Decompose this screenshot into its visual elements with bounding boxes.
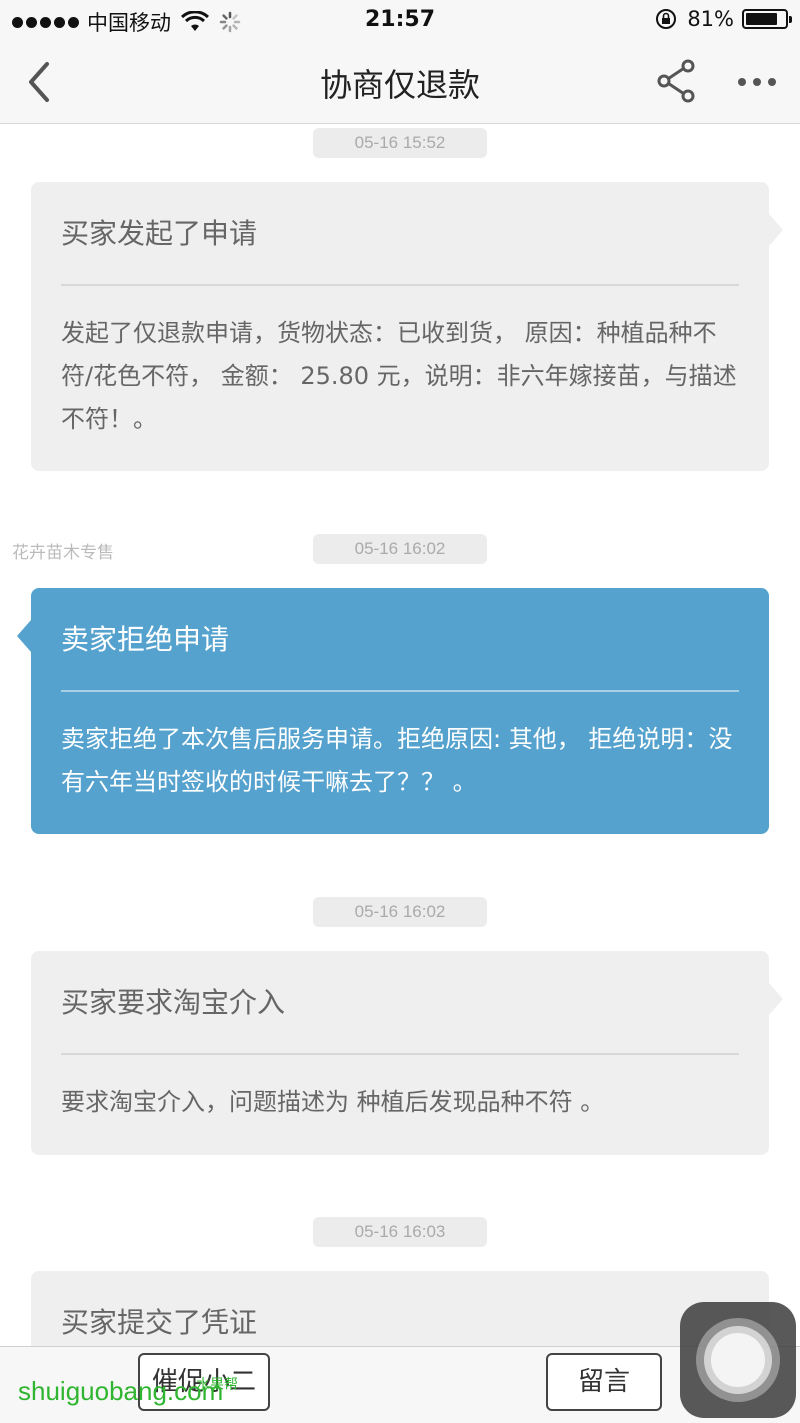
urge-button[interactable]: 催促小二 (138, 1353, 270, 1411)
message-timestamp: 05-16 16:03 (313, 1217, 487, 1247)
message-body: 卖家拒绝了本次售后服务申请。拒绝原因: 其他， 拒绝说明：没有六年当时签收的时候… (61, 725, 733, 796)
message-title: 买家要求淘宝介入 (61, 986, 286, 1019)
orientation-lock-icon (656, 9, 677, 29)
assistive-touch-button[interactable] (680, 1302, 796, 1418)
share-icon[interactable] (654, 58, 700, 104)
message-timestamp: 05-16 16:02 (313, 897, 487, 927)
wifi-icon (181, 11, 209, 31)
seller-name: 花卉苗木专售 (12, 543, 114, 563)
status-left: 中国移动 (12, 7, 241, 37)
message-card-buyer-request: 买家发起了申请 发起了仅退款申请，货物状态：已收到货， 原因：种植品种不符/花色… (31, 182, 783, 471)
more-icon[interactable] (734, 62, 780, 102)
message-timestamp: 05-16 15:52 (313, 128, 487, 158)
message-divider (61, 284, 739, 286)
page-title: 协商仅退款 (319, 66, 480, 104)
comment-button[interactable]: 留言 (546, 1353, 662, 1411)
signal-icon (12, 16, 79, 28)
status-right: 81% (655, 7, 792, 31)
message-title: 买家发起了申请 (61, 217, 258, 250)
battery-percent: 81% (687, 7, 734, 31)
message-body: 发起了仅退款申请，货物状态：已收到货， 原因：种植品种不符/花色不符， 金额： … (61, 319, 737, 433)
nav-bar: 协商仅退款 (0, 40, 800, 124)
message-title: 买家提交了凭证 (61, 1306, 258, 1339)
message-divider (61, 1053, 739, 1055)
battery-icon (742, 9, 792, 29)
message-body: 要求淘宝介入，问题描述为 种植后发现品种不符 。 (61, 1088, 605, 1116)
status-bar: 中国移动 21:57 81% (0, 0, 800, 40)
message-title: 卖家拒绝申请 (61, 623, 230, 656)
back-chevron-icon[interactable] (20, 58, 60, 106)
message-divider (61, 690, 739, 692)
battery-fill (746, 13, 777, 25)
carrier-label: 中国移动 (87, 11, 171, 35)
message-timestamp: 05-16 16:02 (313, 534, 487, 564)
message-card-buyer-escalate: 买家要求淘宝介入 要求淘宝介入，问题描述为 种植后发现品种不符 。 (31, 951, 783, 1155)
message-card-buyer-evidence: 买家提交了凭证 (31, 1271, 769, 1346)
message-card-seller-reject: 卖家拒绝申请 卖家拒绝了本次售后服务申请。拒绝原因: 其他， 拒绝说明：没有六年… (17, 588, 769, 834)
loading-icon (219, 11, 241, 33)
